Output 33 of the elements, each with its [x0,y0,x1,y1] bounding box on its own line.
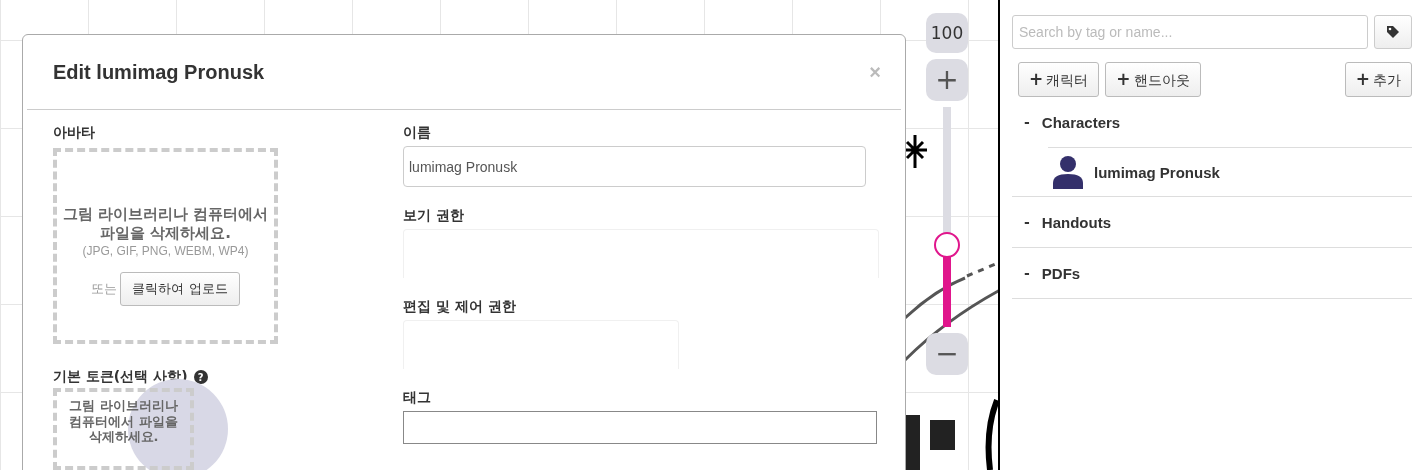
add-button[interactable]: + 핸드아웃 [1105,62,1201,97]
token-drop-zone[interactable]: 그림 라이브러리나 컴퓨터에서 파일을 삭제하세요. [53,388,194,470]
field-label: 보기 권한 [403,207,465,225]
or-text: 또는 [91,279,118,298]
help-icon[interactable]: ? [193,370,208,384]
zoom-reading: 100 [926,13,968,53]
tag-icon [1386,25,1400,39]
drop-hint: 그림 라이브러리나 컴퓨터에서 파일을 삭제하세요. [61,204,270,244]
field-label: 태그 [403,389,432,407]
tags-field[interactable] [403,411,877,444]
add-button[interactable]: + 추가 [1344,62,1412,97]
character-name[interactable]: lumimag Pronusk [1094,163,1220,181]
person-icon [1052,155,1084,189]
upload-button[interactable]: 클릭하여 업로드 [120,271,240,306]
zoom-out-button[interactable]: − [926,333,968,375]
search-field[interactable]: Search by tag or name... [1012,15,1368,49]
drop-hint: 그림 라이브러리나 컴퓨터에서 파일을 삭제하세요. [68,398,179,445]
collapse-toggle[interactable]: - [1024,114,1030,130]
add-button[interactable]: + 캐릭터 [1018,62,1100,97]
field-label: 이름 [403,124,432,142]
folder-title[interactable]: Handouts [1041,213,1111,231]
folder-title[interactable]: PDFs [1041,264,1081,282]
folder-title[interactable]: Characters [1041,113,1121,131]
tag-filter-button[interactable] [1374,15,1412,49]
field-label: 아바타 [53,124,96,142]
field-label: 편집 및 제어 권한 [403,298,517,316]
avatar-drop-zone[interactable]: 그림 라이브러리나 컴퓨터에서 파일을 삭제하세요. (JPG, GIF, PNG, WEBM, WP4) 또는 클릭하여 업로드 [53,148,278,344]
dialog-title: Edit lumimag Pronusk [53,60,265,84]
name-field[interactable]: lumimag Pronusk [403,146,866,187]
zoom-in-button[interactable]: + [926,59,968,101]
collapse-toggle[interactable]: - [1024,214,1030,230]
collapse-toggle[interactable]: - [1024,265,1030,281]
format-hint: (JPG, GIF, PNG, WEBM, WP4) [82,243,249,258]
